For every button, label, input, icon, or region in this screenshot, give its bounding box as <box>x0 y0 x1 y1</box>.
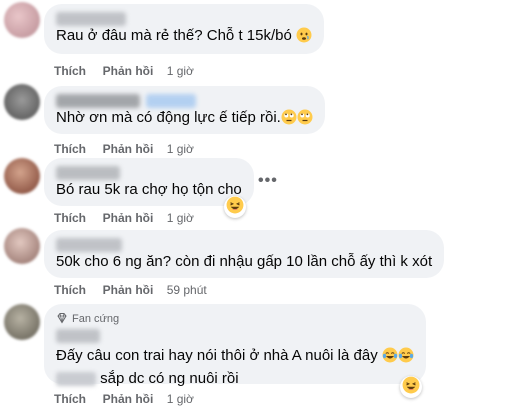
avatar[interactable] <box>4 84 40 120</box>
comment-actions: Thích Phản hồi 1 giờ <box>54 211 194 225</box>
tag-redacted <box>146 94 196 108</box>
reply-button[interactable]: Phản hồi <box>103 283 154 297</box>
author-name-redacted[interactable] <box>56 166 120 180</box>
like-button[interactable]: Thích <box>54 142 86 156</box>
timestamp[interactable]: 1 giờ <box>167 142 194 156</box>
laughing-reaction-badge[interactable] <box>224 196 246 218</box>
timestamp[interactable]: 1 giờ <box>167 392 194 406</box>
reply-button[interactable]: Phản hồi <box>103 392 154 406</box>
comment-text: Nhờ ơn mà có động lực ế tiếp rồi. <box>56 108 313 131</box>
author-name-redacted[interactable] <box>56 329 100 343</box>
author-name-redacted[interactable] <box>56 238 122 252</box>
badge-label: Fan cứng <box>72 313 120 325</box>
reply-button[interactable]: Phản hồi <box>103 211 154 225</box>
timestamp[interactable]: 1 giờ <box>167 211 194 225</box>
comment-text: Bó rau 5k ra chợ họ tộn cho <box>56 181 242 198</box>
reply-button[interactable]: Phản hồi <box>103 142 154 156</box>
top-fan-badge: Fan cứng <box>56 312 414 326</box>
comment-text: Rau ở đâu mà rẻ thế? Chỗ t 15k/bó <box>56 26 312 49</box>
tears-of-joy-emoji <box>382 347 398 369</box>
timestamp[interactable]: 59 phút <box>167 283 207 297</box>
avatar[interactable] <box>4 158 40 194</box>
comment-bubble: Rau ở đâu mà rẻ thế? Chỗ t 15k/bó <box>44 4 324 54</box>
comment-actions: Thích Phản hồi 59 phút <box>54 283 207 297</box>
worried-face-emoji <box>296 27 312 49</box>
comment-bubble: 50k cho 6 ng ăn? còn đi nhậu gấp 10 lần … <box>44 230 445 278</box>
reply-button[interactable]: Phản hồi <box>103 64 154 78</box>
more-options-icon[interactable]: ••• <box>258 172 278 190</box>
mention-redacted[interactable] <box>56 372 96 387</box>
comment-text: 50k cho 6 ng ăn? còn đi nhậu gấp 10 lần … <box>56 253 433 270</box>
laughing-emoji <box>226 196 244 219</box>
comment-actions: Thích Phản hồi 1 giờ <box>54 392 194 406</box>
author-name-redacted[interactable] <box>56 94 140 108</box>
like-button[interactable]: Thích <box>54 283 86 297</box>
like-button[interactable]: Thích <box>54 64 86 78</box>
like-button[interactable]: Thích <box>54 211 86 225</box>
comment-bubble: Fan cứng Đấy câu con trai hay nói thôi ở… <box>44 304 426 387</box>
comment-text-line-2: sắp dc có ng nuôi rồi <box>56 369 414 389</box>
laughing-emoji <box>402 376 420 399</box>
comment-actions: Thích Phản hồi 1 giờ <box>54 142 194 156</box>
avatar[interactable] <box>4 228 40 264</box>
author-name-redacted[interactable] <box>56 12 126 26</box>
diamond-icon <box>56 312 68 327</box>
comment-bubble: Nhờ ơn mà có động lực ế tiếp rồi. <box>44 86 325 134</box>
comment-actions: Thích Phản hồi 1 giờ <box>54 64 194 78</box>
rolling-eyes-emoji <box>281 109 297 131</box>
laughing-reaction-badge[interactable] <box>400 376 422 398</box>
comment-text: Đấy câu con trai hay nói thôi ở nhà A nu… <box>56 346 414 369</box>
comment-bubble: Bó rau 5k ra chợ họ tộn cho <box>44 158 254 206</box>
rolling-eyes-emoji <box>297 109 313 131</box>
avatar[interactable] <box>4 2 40 38</box>
avatar[interactable] <box>4 304 40 340</box>
like-button[interactable]: Thích <box>54 392 86 406</box>
timestamp[interactable]: 1 giờ <box>167 64 194 78</box>
tears-of-joy-emoji <box>398 347 414 369</box>
